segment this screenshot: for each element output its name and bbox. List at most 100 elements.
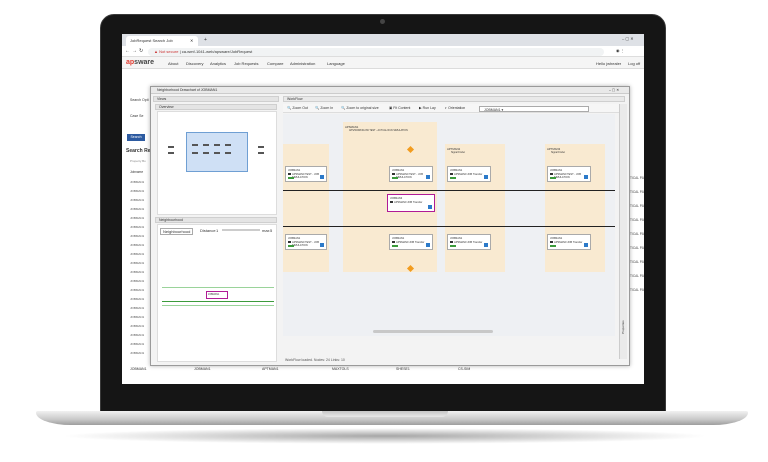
table-row[interactable]: JOBMAN1 [130, 324, 150, 331]
profile-icon[interactable]: ◉ ⋮ [616, 48, 625, 53]
table-row[interactable]: JOBMAN1 [130, 207, 150, 214]
overview-panel [157, 111, 277, 215]
distance-slider[interactable] [222, 229, 260, 231]
search-button[interactable]: Search [127, 134, 145, 141]
user-greeting: Hello jwhealer [596, 61, 622, 66]
orientation-button[interactable]: ◐ Orientation [445, 105, 465, 112]
dialog-title: Neighborhood Drawchart of JOBMAN1 [157, 88, 218, 92]
forward-icon[interactable]: → [132, 48, 137, 54]
neighbourhood-header[interactable]: Neighbourhood [155, 217, 277, 223]
table-cell: SHESE1 [396, 367, 410, 371]
close-icon[interactable]: ✕ [190, 38, 193, 43]
workflow-header: WorkFlow [283, 96, 625, 102]
selected-workflow-node[interactable]: JOBMAN3 APSMAN0 JOB Transfer [387, 194, 435, 212]
warning-icon: ▲ [154, 49, 158, 54]
apsware-logo: apsware [126, 59, 155, 66]
max-label: max [262, 228, 270, 233]
table-row[interactable]: JOBMAN1 [130, 180, 150, 187]
back-icon[interactable]: ← [125, 48, 130, 54]
workflow-node[interactable]: JOBMAN1 APSMAN0 TEST - JOB SIMULATION [389, 166, 433, 182]
browser-tab[interactable]: JobRequest Search Job ✕ [126, 36, 198, 46]
table-row[interactable]: JOBMAN1 [130, 243, 150, 250]
table-row[interactable]: JOBMAN1 [130, 288, 150, 295]
properties-label: Properties [621, 320, 625, 334]
table-cell: TICAL PATH [630, 232, 644, 236]
table-cell: MAXTOLS [332, 367, 349, 371]
table-row[interactable]: JOBMAN1 [130, 333, 150, 340]
table-cell: TICAL PATH [630, 260, 644, 264]
column-header-jobname[interactable]: Jobname [130, 170, 143, 174]
table-row[interactable]: JOBMAN1 [130, 270, 150, 277]
table-row[interactable]: JOBMAN1 [130, 216, 150, 223]
table-cell: TICAL PATH [630, 218, 644, 222]
nav-analytics[interactable]: Analytics [210, 61, 226, 66]
workflow-node[interactable]: JOBMAN1 APSMAN0 TEST - JOB SIMULATION [285, 166, 327, 182]
nav-job-requests[interactable]: Job Requests [234, 61, 258, 66]
table-cell: TICAL PATH [630, 288, 644, 292]
workflow-node[interactable]: JOBMAN1 APSMAN0 TEST - JOB SIMULATION [285, 234, 327, 250]
laptop-screen: JobRequest Search Job ✕ + – ▢ ✕ ← → ↻ ▲ … [122, 34, 644, 384]
fit-content-button[interactable]: ▣ Fit Content [389, 105, 410, 112]
table-row[interactable]: JOBMAN1 [130, 234, 150, 241]
search-options-label: Search Opti [130, 98, 149, 102]
workflow-node[interactable]: JOBMAN1 APSMAN0 JOB Transfer [447, 166, 491, 182]
table-row[interactable]: JOBMAN1 [130, 252, 150, 259]
table-row[interactable]: JOBMAN1 [130, 306, 150, 313]
table-row[interactable]: JOBMAN1 [130, 342, 150, 349]
laptop-notch [322, 411, 448, 417]
nav-discovery[interactable]: Discovery [186, 61, 204, 66]
address-input[interactable]: ▲ Not secure | ca-wmf-1041-web/apsware/J… [148, 48, 604, 56]
table-cell: TICAL PATH [630, 274, 644, 278]
laptop-shadow [60, 428, 710, 444]
run-layout-button[interactable]: ▶ Run Lay [419, 105, 436, 112]
workflow-node[interactable]: JOBMAN1 APSMAN0 JOB Transfer [447, 234, 491, 250]
overview-header[interactable]: Overview [155, 104, 277, 110]
window-controls[interactable]: – ▢ ✕ [622, 36, 634, 41]
workflow-node[interactable]: JOBMAN1 APSMAN0 JOB Transfer [547, 234, 591, 250]
webcam [380, 19, 385, 24]
reload-icon[interactable]: ↻ [139, 48, 143, 54]
search-results-title: Search Re [126, 148, 151, 154]
zoom-in-button[interactable]: 🔍 Zoom In [315, 105, 333, 112]
new-tab-icon[interactable]: + [204, 37, 207, 43]
workflow-node[interactable]: JOBMAN1 APSMAN0 TEST - JOB SIMULATION [547, 166, 591, 182]
table-row[interactable]: JOBMAN1 [130, 225, 150, 232]
horizontal-scrollbar[interactable] [373, 330, 493, 333]
workflow-canvas[interactable]: APSMAN1 APS/WORKFLOW TEST - ACTUAL RUN S… [283, 114, 615, 336]
nav-about[interactable]: About [168, 61, 178, 66]
dialog-title-bar: Neighborhood Drawchart of JOBMAN1 – ▢ ✕ [151, 87, 629, 94]
neighbourhood-select[interactable]: Neighbourhood [160, 228, 194, 235]
table-cell: TICAL PATH [630, 176, 644, 180]
table-cell: JOBMAN1 [194, 367, 211, 371]
nav-compare[interactable]: Compare [267, 61, 283, 66]
logout-link[interactable]: Log off [628, 61, 640, 66]
nav-administration[interactable]: Administration [290, 61, 315, 66]
neighbour-selected-node[interactable]: JOBMAN1 [206, 291, 228, 299]
properties-sidebar[interactable]: Properties [619, 104, 627, 359]
lane [283, 144, 329, 272]
not-secure-label: Not secure [159, 49, 179, 54]
table-row[interactable]: JOBMAN1 [130, 198, 150, 205]
table-row[interactable]: JOBMAN1 [130, 315, 150, 322]
workflow-status: WorkFlow loaded. Nodes: 24 Links: 10 [285, 358, 345, 362]
lane: APTMAN3 Signal Finder [545, 144, 605, 272]
case-sensitive-checkbox[interactable]: Case Se [130, 114, 143, 118]
table-cell: APTMAN1 [262, 367, 279, 371]
property-filter-input[interactable]: Property Bo [130, 159, 146, 163]
nav-language[interactable]: Language [327, 61, 345, 66]
zoom-original-button[interactable]: 🔍 Zoom to original size [341, 105, 379, 112]
table-row[interactable]: JOBMAN1 [130, 261, 150, 268]
table-row[interactable]: JOBMAN1 [130, 279, 150, 286]
workflow-select[interactable]: JOBMAN1 ▾ [479, 105, 589, 112]
distance-value: 1 [216, 228, 219, 233]
table-row[interactable]: JOBMAN1 [130, 297, 150, 304]
lane: APTMAN2 Signal Finder [445, 144, 505, 272]
table-row[interactable]: JOBMAN1 [130, 189, 150, 196]
table-cell: CS-SIM [458, 367, 471, 371]
workflow-toolbar: 🔍 Zoom Out 🔍 Zoom In 🔍 Zoom to original … [283, 104, 625, 113]
table-row[interactable]: JOBMAN1 [130, 351, 150, 358]
zoom-out-button[interactable]: 🔍 Zoom Out [287, 105, 308, 112]
workflow-node[interactable]: JOBMAN1 APSMAN0 JOB Transfer [389, 234, 433, 250]
url-text: ca-wmf-1041-web/apsware/JobRequest [181, 49, 253, 54]
dialog-controls[interactable]: – ▢ ✕ [609, 88, 619, 92]
